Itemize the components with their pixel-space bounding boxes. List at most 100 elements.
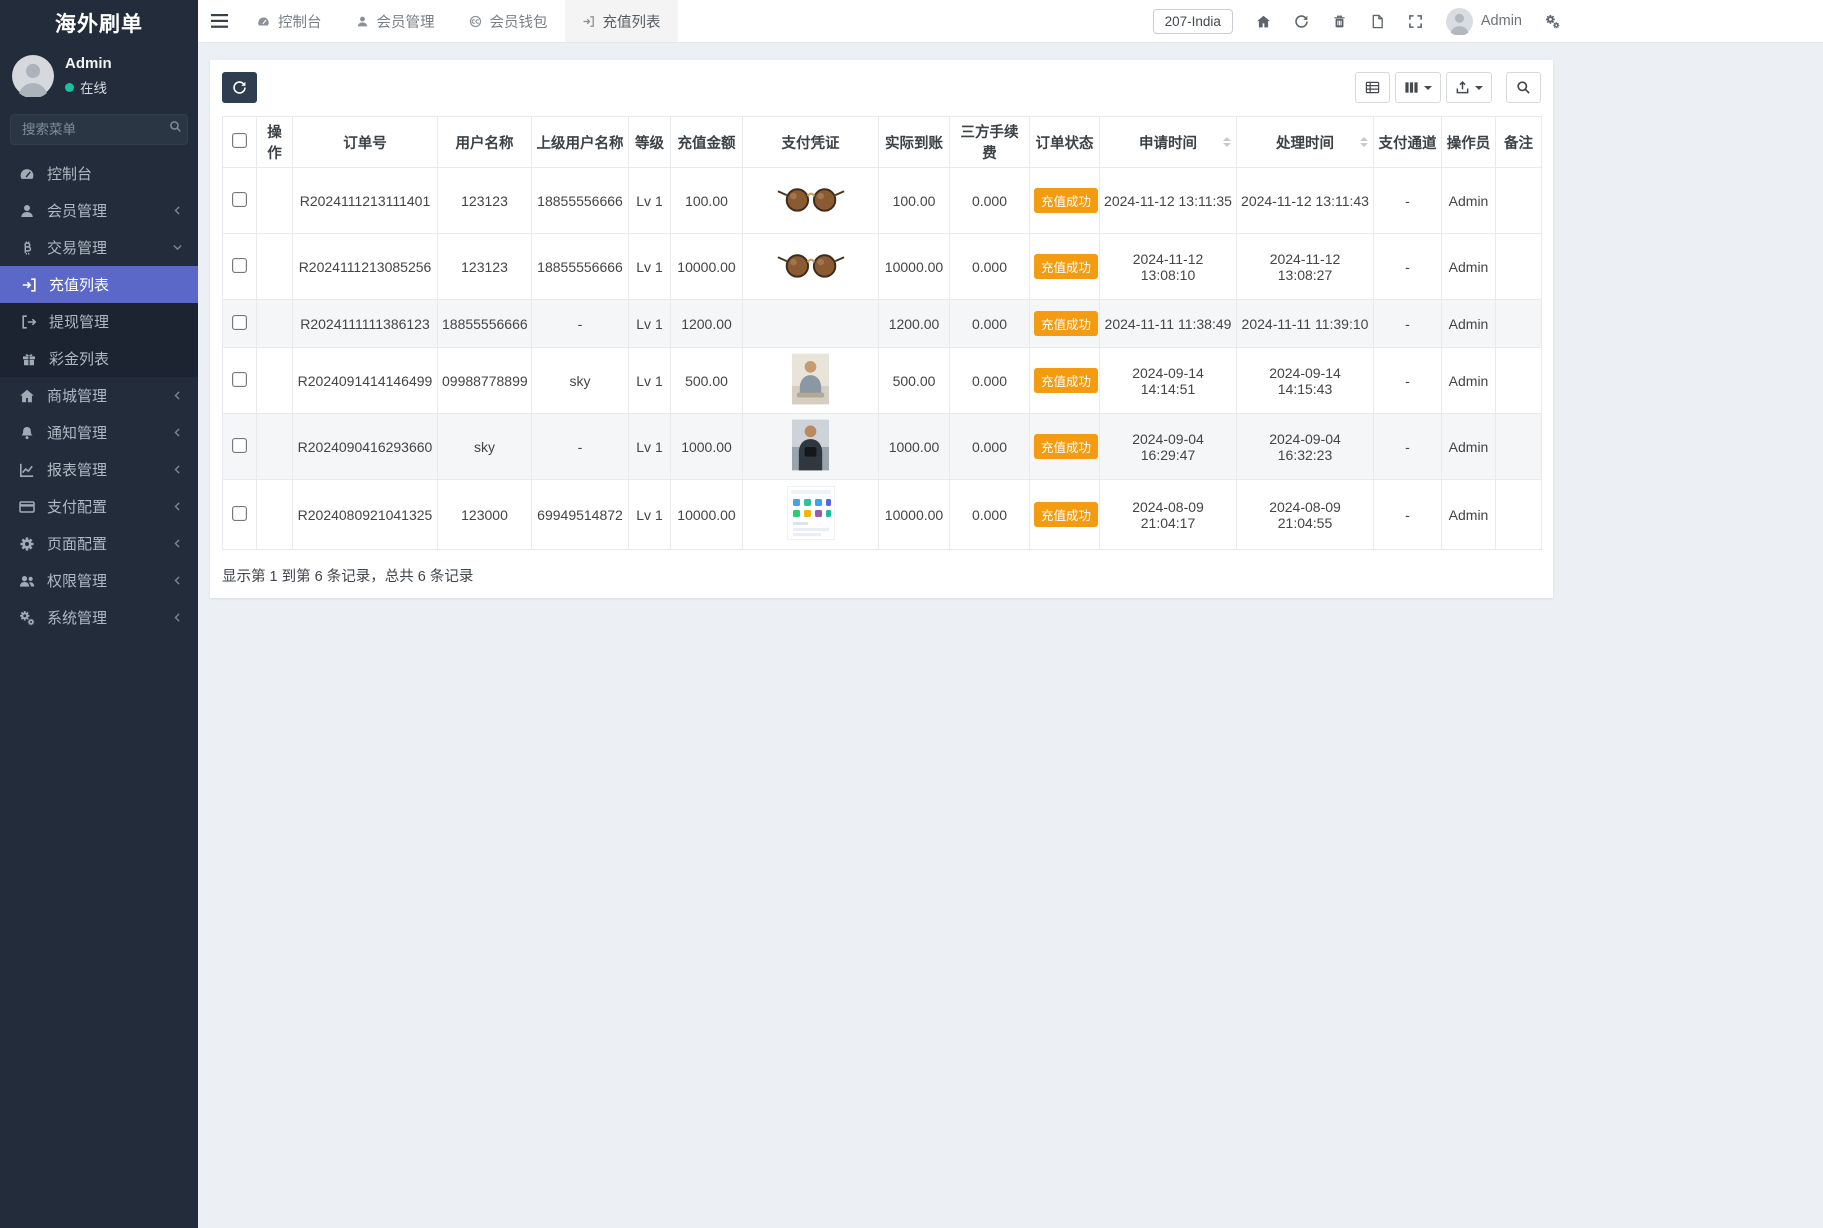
row-checkbox[interactable]	[232, 191, 247, 207]
tab-wallet[interactable]: 会员钱包	[452, 0, 565, 42]
app-root: 海外刷单 Admin 在线 控制台	[0, 0, 1823, 1228]
voucher-image-person-dark[interactable]	[792, 419, 829, 474]
username-cell: 09988778899	[437, 347, 532, 414]
row-checkbox[interactable]	[232, 505, 247, 521]
col-operator: 操作员	[1441, 116, 1496, 168]
order-no-cell: R2024111111386123	[292, 299, 438, 348]
col-voucher: 支付凭证	[742, 116, 879, 168]
sidebar-item-dashboard[interactable]: 控制台	[0, 155, 198, 192]
col-process-time[interactable]: 处理时间	[1236, 116, 1374, 168]
search-icon[interactable]	[169, 120, 182, 133]
voucher-image-person[interactable]	[792, 353, 829, 408]
level-cell: Lv 1	[628, 479, 671, 550]
order-no-cell: R2024080921041325	[292, 479, 438, 550]
columns-button[interactable]	[1395, 72, 1441, 103]
fee-cell: 0.000	[949, 299, 1030, 348]
table-toolbar	[222, 72, 1541, 103]
operator-cell: Admin	[1441, 299, 1496, 348]
row-checkbox[interactable]	[232, 371, 247, 387]
remark-cell	[1495, 479, 1542, 550]
refresh-button[interactable]	[222, 72, 257, 103]
sidebar-item-bonus[interactable]: 彩金列表	[0, 340, 198, 377]
payment-icon	[17, 499, 37, 515]
table-row: R2024080921041325 123000 69949514872 Lv …	[222, 479, 1542, 550]
col-operation: 操作	[256, 116, 293, 168]
channel-cell: -	[1373, 347, 1442, 414]
sidebar-toggle-icon[interactable]	[198, 0, 240, 42]
voucher-cell	[742, 347, 879, 414]
sidebar-item-recharge-list[interactable]: 充值列表	[0, 266, 198, 303]
tab-members[interactable]: 会员管理	[339, 0, 452, 42]
sidebar-item-payment-config[interactable]: 支付配置	[0, 488, 198, 525]
cogs-icon[interactable]	[1545, 14, 1560, 29]
refresh-icon[interactable]	[1294, 14, 1309, 29]
status-badge: 充值成功	[1034, 188, 1099, 213]
operator-cell: Admin	[1441, 479, 1496, 550]
toggle-view-button[interactable]	[1355, 72, 1390, 103]
sidebar-item-mall[interactable]: 商城管理	[0, 377, 198, 414]
recharge-list-card: 操作 订单号 用户名称 上级用户名称 等级 充值金额 支付凭证 实际到账 三方手…	[210, 60, 1553, 598]
order-no-cell: R2024091414146499	[292, 347, 438, 414]
voucher-image-app-screenshot[interactable]	[786, 485, 835, 543]
level-cell: Lv 1	[628, 413, 671, 480]
operator-cell: Admin	[1441, 347, 1496, 414]
sidebar-item-members[interactable]: 会员管理	[0, 192, 198, 229]
select-all-checkbox[interactable]	[232, 132, 247, 148]
amount-cell: 1000.00	[670, 413, 743, 480]
topbar-user[interactable]: Admin	[1445, 7, 1522, 36]
transactions-submenu: 充值列表 提现管理 彩金列表	[0, 266, 198, 377]
dashboard-icon	[17, 166, 37, 182]
avatar	[1445, 7, 1473, 36]
expand-icon[interactable]	[1408, 14, 1423, 29]
home-icon[interactable]	[1256, 14, 1271, 29]
file-icon[interactable]	[1370, 14, 1385, 29]
voucher-image-sunglasses[interactable]	[775, 182, 846, 219]
nav-tabs: 控制台 会员管理 会员钱包 充值列表	[240, 0, 678, 42]
row-checkbox[interactable]	[232, 257, 247, 273]
sidebar-item-notice[interactable]: 通知管理	[0, 414, 198, 451]
remark-cell	[1495, 167, 1542, 234]
sidebar-item-system[interactable]: 系统管理	[0, 599, 198, 636]
search-input[interactable]	[10, 114, 188, 145]
sort-icon[interactable]	[1223, 137, 1231, 147]
col-received: 实际到账	[878, 116, 950, 168]
col-username: 用户名称	[437, 116, 532, 168]
trash-icon[interactable]	[1332, 14, 1347, 29]
username-cell: 123123	[437, 167, 532, 234]
search-toggle-button[interactable]	[1506, 72, 1541, 103]
region-button[interactable]: 207-India	[1152, 8, 1233, 34]
sidebar-search	[10, 114, 188, 145]
sidebar-item-transactions[interactable]: 交易管理	[0, 229, 198, 266]
export-button[interactable]	[1446, 72, 1492, 103]
username-cell: 18855556666	[437, 299, 532, 348]
remark-cell	[1495, 413, 1542, 480]
status-badge: 充值成功	[1034, 311, 1099, 336]
table-header-row: 操作 订单号 用户名称 上级用户名称 等级 充值金额 支付凭证 实际到账 三方手…	[222, 116, 1542, 168]
parent-user-cell: -	[531, 299, 629, 348]
tab-dashboard[interactable]: 控制台	[240, 0, 339, 42]
sidebar-item-reports[interactable]: 报表管理	[0, 451, 198, 488]
tab-recharge-list[interactable]: 充值列表	[564, 0, 678, 42]
received-cell: 1000.00	[878, 413, 950, 480]
order-no-cell: R2024111213085256	[292, 233, 438, 300]
voucher-image-sunglasses[interactable]	[775, 248, 846, 285]
sidebar-item-label: 页面配置	[47, 536, 108, 553]
operator-cell: Admin	[1441, 413, 1496, 480]
dashboard-icon	[257, 15, 270, 28]
operator-cell: Admin	[1441, 233, 1496, 300]
row-checkbox[interactable]	[232, 437, 247, 453]
pagination-summary: 显示第 1 到第 6 条记录，总共 6 条记录	[222, 569, 474, 585]
col-apply-time[interactable]: 申请时间	[1099, 116, 1237, 168]
sidebar-item-page-config[interactable]: 页面配置	[0, 525, 198, 562]
row-checkbox[interactable]	[232, 314, 247, 330]
sidebar-item-permissions[interactable]: 权限管理	[0, 562, 198, 599]
fee-cell: 0.000	[949, 479, 1030, 550]
remark-cell	[1495, 299, 1542, 348]
sort-icon[interactable]	[1360, 137, 1368, 147]
table-row: R2024090416293660 sky - Lv 1 1000.00 100…	[222, 413, 1542, 480]
parent-user-cell: -	[531, 413, 629, 480]
status-cell: 充值成功	[1029, 233, 1100, 300]
sidebar-item-withdraw[interactable]: 提现管理	[0, 303, 198, 340]
amount-cell: 500.00	[670, 347, 743, 414]
amount-cell: 10000.00	[670, 479, 743, 550]
